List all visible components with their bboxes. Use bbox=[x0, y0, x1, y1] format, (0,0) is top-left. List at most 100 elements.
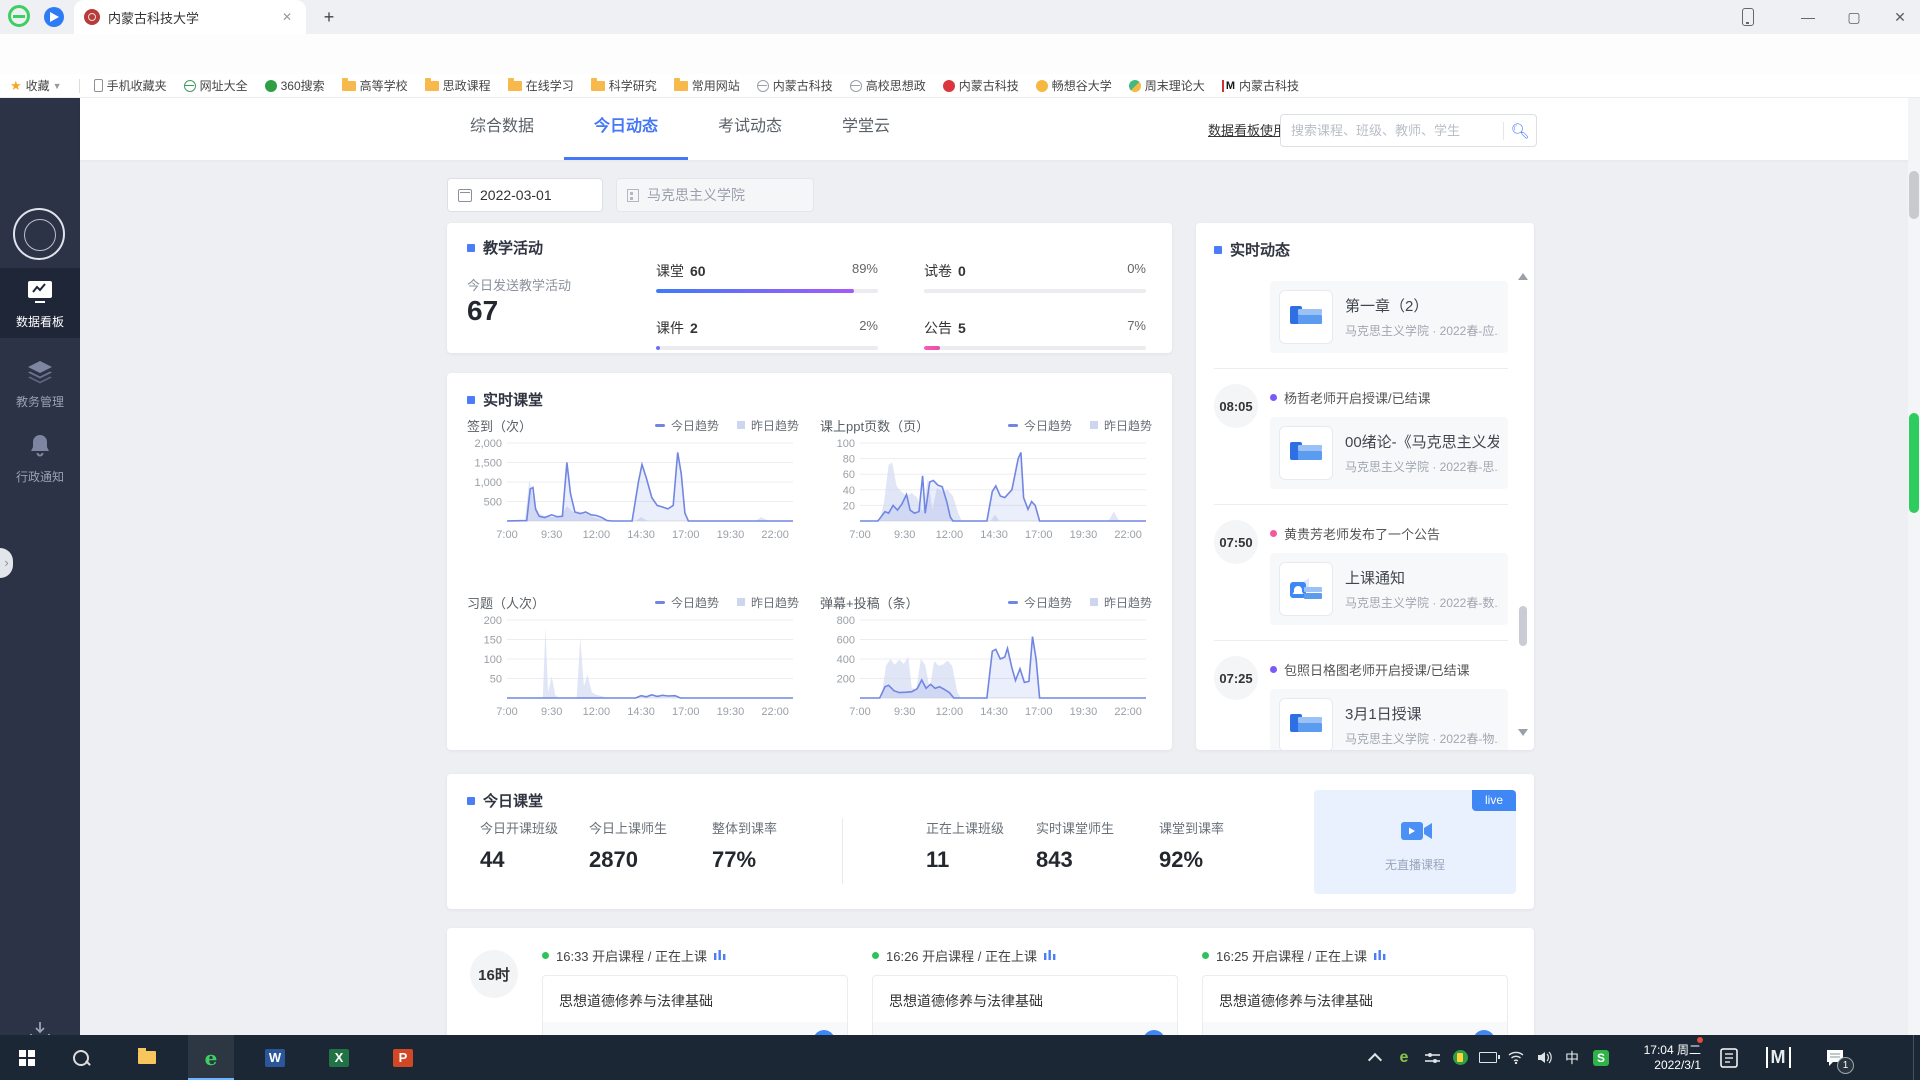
svg-text:17:00: 17:00 bbox=[1025, 529, 1053, 541]
bookmark-item[interactable]: 畅想谷大学 bbox=[1035, 77, 1112, 94]
course-name: 思想道德修养与法律基础 bbox=[559, 993, 713, 1009]
feed-time: 07:50 bbox=[1214, 520, 1258, 564]
svg-text:14:30: 14:30 bbox=[627, 529, 655, 541]
m-app-tray-icon[interactable]: M bbox=[1758, 1035, 1798, 1080]
feed-time-column: 08:05 bbox=[1214, 384, 1270, 489]
feed-card[interactable]: 3月1日授课 马克思主义学院 · 2022春-物... bbox=[1270, 689, 1508, 750]
page-scrollbar-thumb[interactable] bbox=[1909, 171, 1919, 219]
bookmark-item[interactable]: 高等学校 bbox=[341, 77, 408, 94]
realtime-classroom-card: 实时课堂 签到（次） 今日趋势 昨日趋势 2,000 1,500 1,000 500 7:00… bbox=[447, 373, 1172, 750]
wifi-icon[interactable] bbox=[1502, 1035, 1530, 1080]
bookmark-item[interactable]: 科学研究 bbox=[590, 77, 657, 94]
feed-divider bbox=[1214, 640, 1508, 641]
close-button[interactable]: ✕ bbox=[1878, 0, 1920, 34]
feed-time-column: 07:25 bbox=[1214, 656, 1270, 750]
page-scrollbar-marker[interactable] bbox=[1909, 413, 1919, 513]
feed-scrollbar[interactable] bbox=[1518, 273, 1528, 736]
bookmark-item[interactable]: 思政课程 bbox=[424, 77, 491, 94]
quick-access-icon[interactable] bbox=[44, 7, 64, 27]
metric-progress-fill bbox=[656, 346, 661, 350]
browser-tab[interactable]: 内蒙古科技大学 ✕ bbox=[74, 0, 306, 34]
bookmark-item[interactable]: 周末理论大 bbox=[1128, 77, 1205, 94]
bookmark-item[interactable]: 在线学习 bbox=[507, 77, 574, 94]
browser-taskbar-icon[interactable]: e bbox=[188, 1035, 234, 1080]
today-line-marker bbox=[1007, 600, 1018, 604]
tab-today[interactable]: 今日动态 bbox=[564, 98, 689, 160]
sidebar-item-dashboard[interactable]: 数据看板 bbox=[0, 268, 80, 338]
stat-label: 今日上课师生 bbox=[589, 821, 668, 836]
notes-tray-icon[interactable] bbox=[1712, 1035, 1746, 1080]
bookmark-item[interactable]: 网址大全 bbox=[183, 77, 248, 94]
taskbar-clock[interactable]: 17:04 周二 2022/3/1 bbox=[1625, 1035, 1701, 1080]
sogou-icon[interactable]: S bbox=[1586, 1035, 1616, 1080]
globe-icon bbox=[849, 79, 862, 92]
show-desktop-button[interactable] bbox=[1913, 1035, 1914, 1080]
page-scrollbar-track[interactable] bbox=[1908, 98, 1920, 1035]
tab-xuetangyun[interactable]: 学堂云 bbox=[812, 98, 920, 160]
minimize-button[interactable]: — bbox=[1786, 0, 1830, 34]
tab-close-icon[interactable]: ✕ bbox=[278, 8, 296, 26]
feed-card[interactable]: 上课通知 马克思主义学院 · 2022春-数... bbox=[1270, 553, 1508, 625]
new-tab-button[interactable]: + bbox=[318, 6, 340, 28]
start-button[interactable] bbox=[4, 1035, 50, 1080]
bookmarks-root[interactable]: ★ 收藏 ▼ bbox=[10, 77, 62, 94]
stat-value: 92% bbox=[1159, 847, 1204, 872]
excel-icon[interactable]: X bbox=[316, 1035, 362, 1080]
tray-antivirus-icon[interactable] bbox=[1446, 1035, 1474, 1080]
bookmark-item[interactable]: 内蒙古科技 bbox=[756, 77, 833, 94]
file-explorer-icon[interactable] bbox=[124, 1035, 170, 1080]
feed-card[interactable]: 第一章（2） 马克思主义学院 · 2022春-应... bbox=[1270, 281, 1508, 353]
browser-logo-icon[interactable] bbox=[8, 5, 30, 27]
chart-plot: 100 80 60 40 20 7:00 9:30 12:00 14:30 17:00 19:30 2… bbox=[837, 438, 1146, 541]
tab-overview[interactable]: 综合数据 bbox=[440, 98, 564, 160]
search-icon[interactable]: 🔍︎ bbox=[1504, 122, 1536, 140]
feed-scroll-thumb[interactable] bbox=[1519, 606, 1527, 647]
word-icon[interactable]: W bbox=[252, 1035, 298, 1080]
chart-1: 签到（次） 今日趋势 昨日趋势 2,000 1,500 1,000 500 7:00 9:30 1… bbox=[467, 415, 799, 552]
feed-card-subtitle: 马克思主义学院 · 2022春-数... bbox=[1345, 596, 1499, 610]
scroll-up-icon[interactable] bbox=[1518, 273, 1528, 280]
chat-tray-icon[interactable]: 1 bbox=[1812, 1035, 1858, 1080]
feed-event: 包照日格图老师开启授课/已结课 bbox=[1270, 660, 1508, 679]
bookmark-item[interactable]: 高校思想政 bbox=[849, 77, 926, 94]
powerpoint-icon[interactable]: P bbox=[380, 1035, 426, 1080]
bookmark-item[interactable]: M 内蒙古科技 bbox=[1221, 77, 1299, 94]
bookmark-item[interactable]: 360搜索 bbox=[264, 77, 325, 94]
battery-icon[interactable] bbox=[1474, 1035, 1502, 1080]
bookmark-item[interactable]: 内蒙古科技 bbox=[942, 77, 1019, 94]
volume-icon[interactable] bbox=[1530, 1035, 1558, 1080]
tab-exam[interactable]: 考试动态 bbox=[688, 98, 812, 160]
realtime-feed-title: 实时动态 bbox=[1214, 239, 1290, 260]
tray-browser-icon[interactable]: e bbox=[1390, 1035, 1418, 1080]
feed-card[interactable]: 00绪论-《马克思主义发... 马克思主义学院 · 2022春-思... bbox=[1270, 417, 1508, 489]
taskbar-search-icon[interactable] bbox=[58, 1035, 104, 1080]
stat-label: 整体到课率 bbox=[712, 821, 778, 836]
yesterday-area-marker bbox=[736, 598, 745, 606]
maximize-button[interactable]: ▢ bbox=[1832, 0, 1876, 34]
scroll-down-icon[interactable] bbox=[1518, 729, 1528, 736]
date-filter[interactable]: 2022-03-01 bbox=[447, 178, 603, 212]
send-to-phone-icon[interactable] bbox=[1742, 8, 1754, 26]
activity-subtitle: 今日发送教学活动 bbox=[467, 278, 572, 293]
sidebar-item-notice[interactable]: 行政通知 bbox=[0, 421, 80, 485]
sidebar-item-academic[interactable]: 教务管理 bbox=[0, 348, 80, 412]
bookmarks-bar: ★ 收藏 ▼ 手机收藏夹 网址大全 360搜索 高等学校 思政课程 在线学习 科学研究 常用网… bbox=[0, 74, 1920, 98]
search-input[interactable] bbox=[1281, 123, 1503, 138]
today-line-marker bbox=[1007, 423, 1018, 427]
chart-name: 课上ppt页数（页） bbox=[820, 418, 930, 434]
live-bars-icon bbox=[1043, 948, 1056, 963]
bookmark-item[interactable]: 手机收藏夹 bbox=[93, 77, 167, 94]
tray-expand-icon[interactable] bbox=[1360, 1035, 1390, 1080]
feed-body: 第一章（2） 马克思主义学院 · 2022春-应... bbox=[1270, 271, 1508, 353]
college-filter[interactable]: 马克思主义学院 bbox=[616, 178, 814, 212]
bookmark-item[interactable]: 常用网站 bbox=[673, 77, 740, 94]
tray-settings-icon[interactable] bbox=[1418, 1035, 1446, 1080]
svg-text:200: 200 bbox=[837, 674, 855, 686]
feed-card-title: 3月1日授课 bbox=[1345, 706, 1422, 723]
ime-indicator[interactable]: 中 bbox=[1558, 1035, 1586, 1080]
star-icon: ★ bbox=[10, 77, 22, 93]
course-name: 思想道德修养与法律基础 bbox=[1219, 993, 1373, 1009]
svg-text:19:30: 19:30 bbox=[717, 706, 745, 718]
feed-body: 黄贵芳老师发布了一个公告 上课通知 马克思主义学院 · 2022春-数... bbox=[1270, 520, 1508, 625]
status-dot bbox=[872, 952, 879, 959]
